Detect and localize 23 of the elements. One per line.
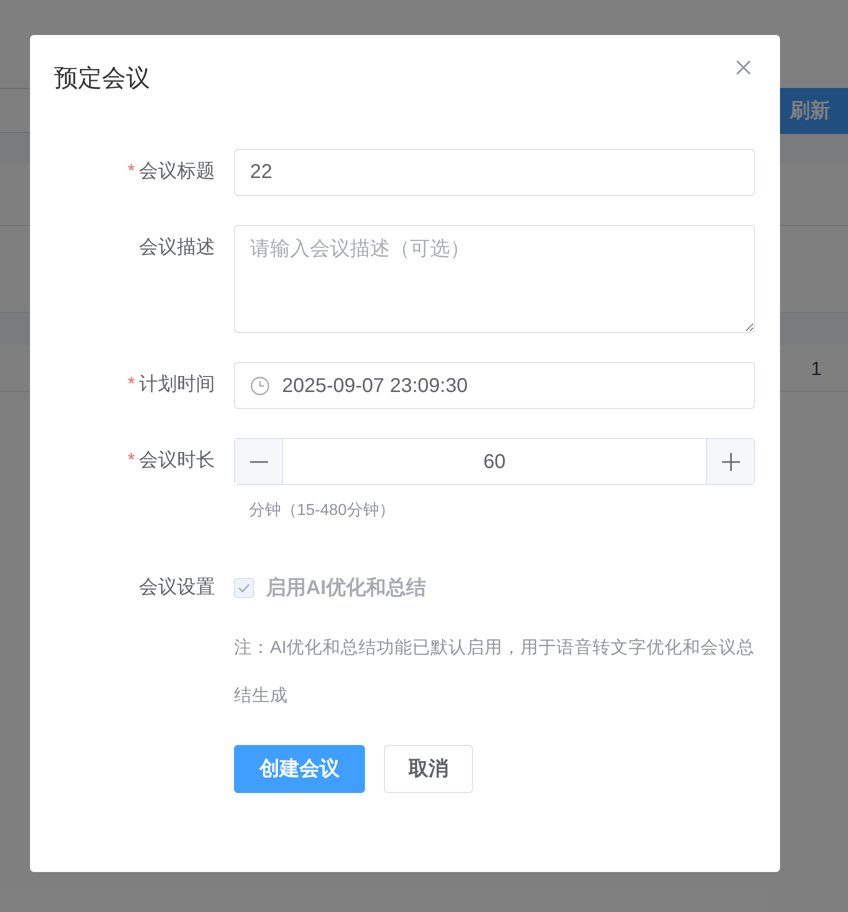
description-input[interactable]: 请输入会议描述（可选）	[234, 225, 755, 333]
minus-icon	[250, 460, 268, 462]
hint-text: 分钟（15-480分钟）	[249, 501, 396, 521]
datetime-input[interactable]: 2025-09-07 23:09:30	[234, 362, 755, 409]
field-label: 会议设置	[139, 576, 215, 600]
check-icon	[238, 583, 250, 593]
duration-input[interactable]: 60	[283, 439, 706, 484]
note-text: 注：AI优化和总结功能已默认启用，用于语音转文字优化和会议总结生成	[234, 636, 755, 707]
required-mark: *	[128, 160, 135, 184]
cancel-button[interactable]: 取消	[384, 745, 473, 793]
table-cell-text: 1	[811, 358, 822, 382]
close-icon[interactable]	[736, 60, 751, 75]
field-label: 计划时间	[139, 372, 215, 397]
clock-icon	[250, 376, 270, 396]
dialog-title: 预定会议	[54, 64, 150, 94]
required-mark: *	[128, 448, 135, 473]
required-mark: *	[128, 372, 135, 397]
plus-icon	[722, 452, 740, 470]
title-input[interactable]: 22	[234, 149, 755, 196]
field-label: 会议标题	[139, 160, 215, 184]
field-label: 会议描述	[139, 236, 215, 260]
field-label: 会议时长	[139, 448, 215, 473]
increment-button[interactable]	[706, 439, 754, 484]
